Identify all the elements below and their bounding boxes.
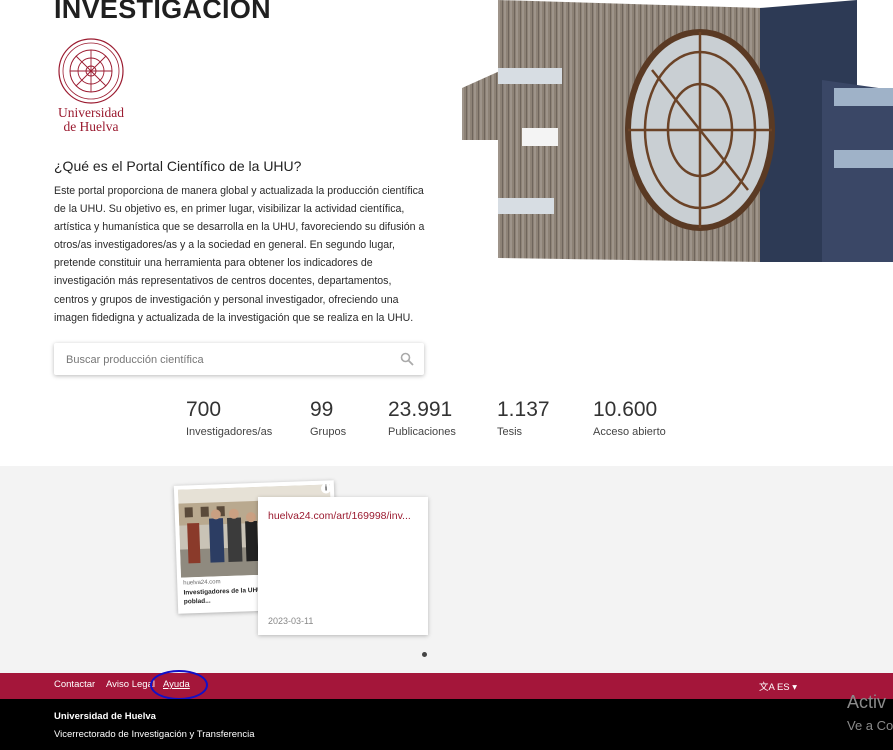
stat-value: 23.991 (388, 398, 453, 421)
page-title: INVESTIGACIÓN (54, 0, 271, 24)
footer-links-bar: Contactar Aviso Legal Ayuda 文A ES ▾ (0, 673, 893, 699)
footer-vicerrectorado: Vicerrectorado de Investigación y Transf… (54, 729, 255, 740)
stat-label: Investigadores/as (186, 426, 273, 438)
stat-value: 99 (310, 398, 334, 421)
language-code: ES (776, 682, 790, 693)
stat-label: Tesis (497, 426, 523, 438)
news-card[interactable]: huelva24.com/art/169998/inv... 2023-03-1… (258, 497, 428, 635)
logo-wordmark: Universidad de Huelva (58, 105, 124, 134)
stat-value: 10.600 (593, 398, 658, 421)
intro-paragraph: Este portal proporciona de manera global… (54, 185, 425, 324)
news-source: huelva24.com (183, 579, 221, 587)
footer: Universidad de Huelva Vicerrectorado de … (0, 699, 893, 750)
intro-question: ¿Qué es el Portal Científico de la UHU? (54, 158, 302, 174)
stat-value: 700 (186, 398, 222, 421)
translate-icon: 文A (759, 682, 775, 693)
search-icon[interactable] (400, 352, 414, 366)
footer-university: Universidad de Huelva (54, 711, 156, 722)
stat-publicaciones[interactable]: 23.991 Publicaciones (388, 398, 456, 438)
windows-activation-subtitle: Ve a Co (847, 718, 893, 733)
news-date: 2023-03-11 (268, 616, 314, 626)
news-link[interactable]: huelva24.com/art/169998/inv... (268, 510, 423, 522)
stat-tesis[interactable]: 1.137 Tesis (497, 398, 550, 438)
news-section (0, 466, 893, 673)
chevron-down-icon: ▾ (792, 682, 798, 693)
contactar-link[interactable]: Contactar (54, 679, 95, 690)
stat-acceso-abierto[interactable]: 10.600 Acceso abierto (593, 398, 666, 438)
university-logo[interactable]: Universidad de Huelva (56, 38, 126, 142)
hero-building-image (462, 0, 893, 262)
aviso-legal-link[interactable]: Aviso Legal (106, 679, 155, 690)
windows-activation-title: Activ (847, 692, 887, 712)
seal-icon (58, 38, 124, 104)
stat-label: Publicaciones (388, 426, 456, 438)
search-input[interactable] (64, 349, 388, 371)
stat-investigadores[interactable]: 700 Investigadores/as (186, 398, 272, 438)
annotation-circle (150, 670, 208, 700)
stat-label: Grupos (310, 426, 347, 438)
language-selector[interactable]: 文A ES ▾ (759, 679, 797, 693)
stat-label: Acceso abierto (593, 426, 666, 438)
stat-grupos[interactable]: 99 Grupos (310, 398, 346, 438)
carousel-dot[interactable] (422, 652, 427, 657)
search-box[interactable] (54, 343, 424, 375)
stat-value: 1.137 (497, 398, 550, 421)
